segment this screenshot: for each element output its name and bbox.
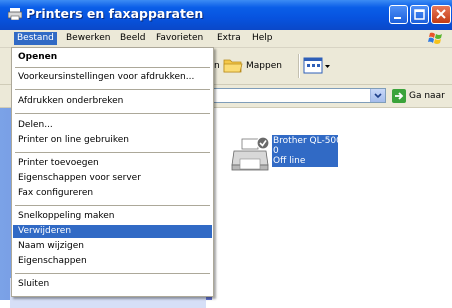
printer-label: Brother QL-500 0 Off line: [272, 135, 342, 167]
toolbar-separator: [298, 54, 300, 78]
menu-favorieten[interactable]: Favorieten: [153, 32, 206, 45]
menu-item-configure-fax[interactable]: Fax configureren: [13, 187, 212, 200]
menu-bar: Bestand Bewerken Beeld Favorieten Extra …: [0, 30, 452, 48]
printer-icon: [231, 136, 270, 171]
windows-logo-icon: [428, 32, 442, 44]
minimize-button[interactable]: [389, 5, 408, 24]
menu-separator: [15, 273, 210, 274]
go-label: Ga naar: [409, 91, 445, 101]
menu-separator: [15, 113, 210, 114]
printer-folder-icon: [8, 8, 22, 20]
folders-button[interactable]: Mappen: [221, 54, 295, 78]
menu-item-share[interactable]: Delen...: [13, 119, 212, 132]
address-input[interactable]: [210, 88, 386, 103]
window-title: Printers en faxapparaten: [26, 6, 204, 21]
go-button[interactable]: Ga naar: [392, 89, 448, 104]
menu-item-delete[interactable]: Verwijderen: [13, 225, 212, 238]
menu-separator: [15, 152, 210, 153]
close-button[interactable]: [431, 5, 451, 24]
menu-item-add-printer[interactable]: Printer toevoegen: [13, 157, 212, 170]
close-icon: [436, 9, 446, 19]
menu-item-pause-printing[interactable]: Afdrukken onderbreken: [13, 95, 212, 108]
printer-status: Off line: [273, 156, 306, 166]
menu-item-print-preferences[interactable]: Voorkeursinstellingen voor afdrukken...: [13, 71, 212, 84]
menu-beeld[interactable]: Beeld: [117, 32, 148, 45]
minimize-icon: [394, 17, 401, 19]
chevron-down-icon: [374, 93, 382, 99]
maximize-icon: [414, 9, 425, 20]
folders-label: Mappen: [246, 61, 282, 71]
menu-separator: [15, 89, 210, 90]
menu-item-close[interactable]: Sluiten: [13, 278, 212, 291]
menu-separator: [15, 67, 210, 68]
menu-item-rename[interactable]: Naam wijzigen: [13, 240, 212, 253]
menu-extra[interactable]: Extra: [214, 32, 244, 45]
menu-bestand[interactable]: Bestand: [14, 32, 57, 45]
menu-item-create-shortcut[interactable]: Snelkoppeling maken: [13, 210, 212, 223]
menu-item-use-online[interactable]: Printer on line gebruiken: [13, 134, 212, 147]
views-icon: [303, 57, 330, 74]
title-bar[interactable]: Printers en faxapparaten: [0, 0, 452, 30]
folders-icon: [223, 59, 243, 73]
menu-separator: [15, 205, 210, 206]
go-arrow-icon: [392, 89, 406, 103]
menu-item-openen[interactable]: Openen: [13, 51, 212, 64]
printer-name: Brother QL-500: [273, 136, 342, 146]
menu-item-properties[interactable]: Eigenschappen: [13, 255, 212, 268]
menu-item-server-properties[interactable]: Eigenschappen voor server: [13, 172, 212, 185]
menu-help[interactable]: Help: [249, 32, 276, 45]
menu-bewerken[interactable]: Bewerken: [63, 32, 113, 45]
printer-documents: 0: [273, 146, 279, 156]
maximize-button[interactable]: [410, 5, 429, 24]
address-dropdown-button[interactable]: [370, 89, 385, 102]
views-button[interactable]: [303, 56, 333, 76]
file-menu: Openen Voorkeursinstellingen voor afdruk…: [11, 47, 214, 297]
toolbar-partial-label[interactable]: n: [214, 61, 220, 71]
